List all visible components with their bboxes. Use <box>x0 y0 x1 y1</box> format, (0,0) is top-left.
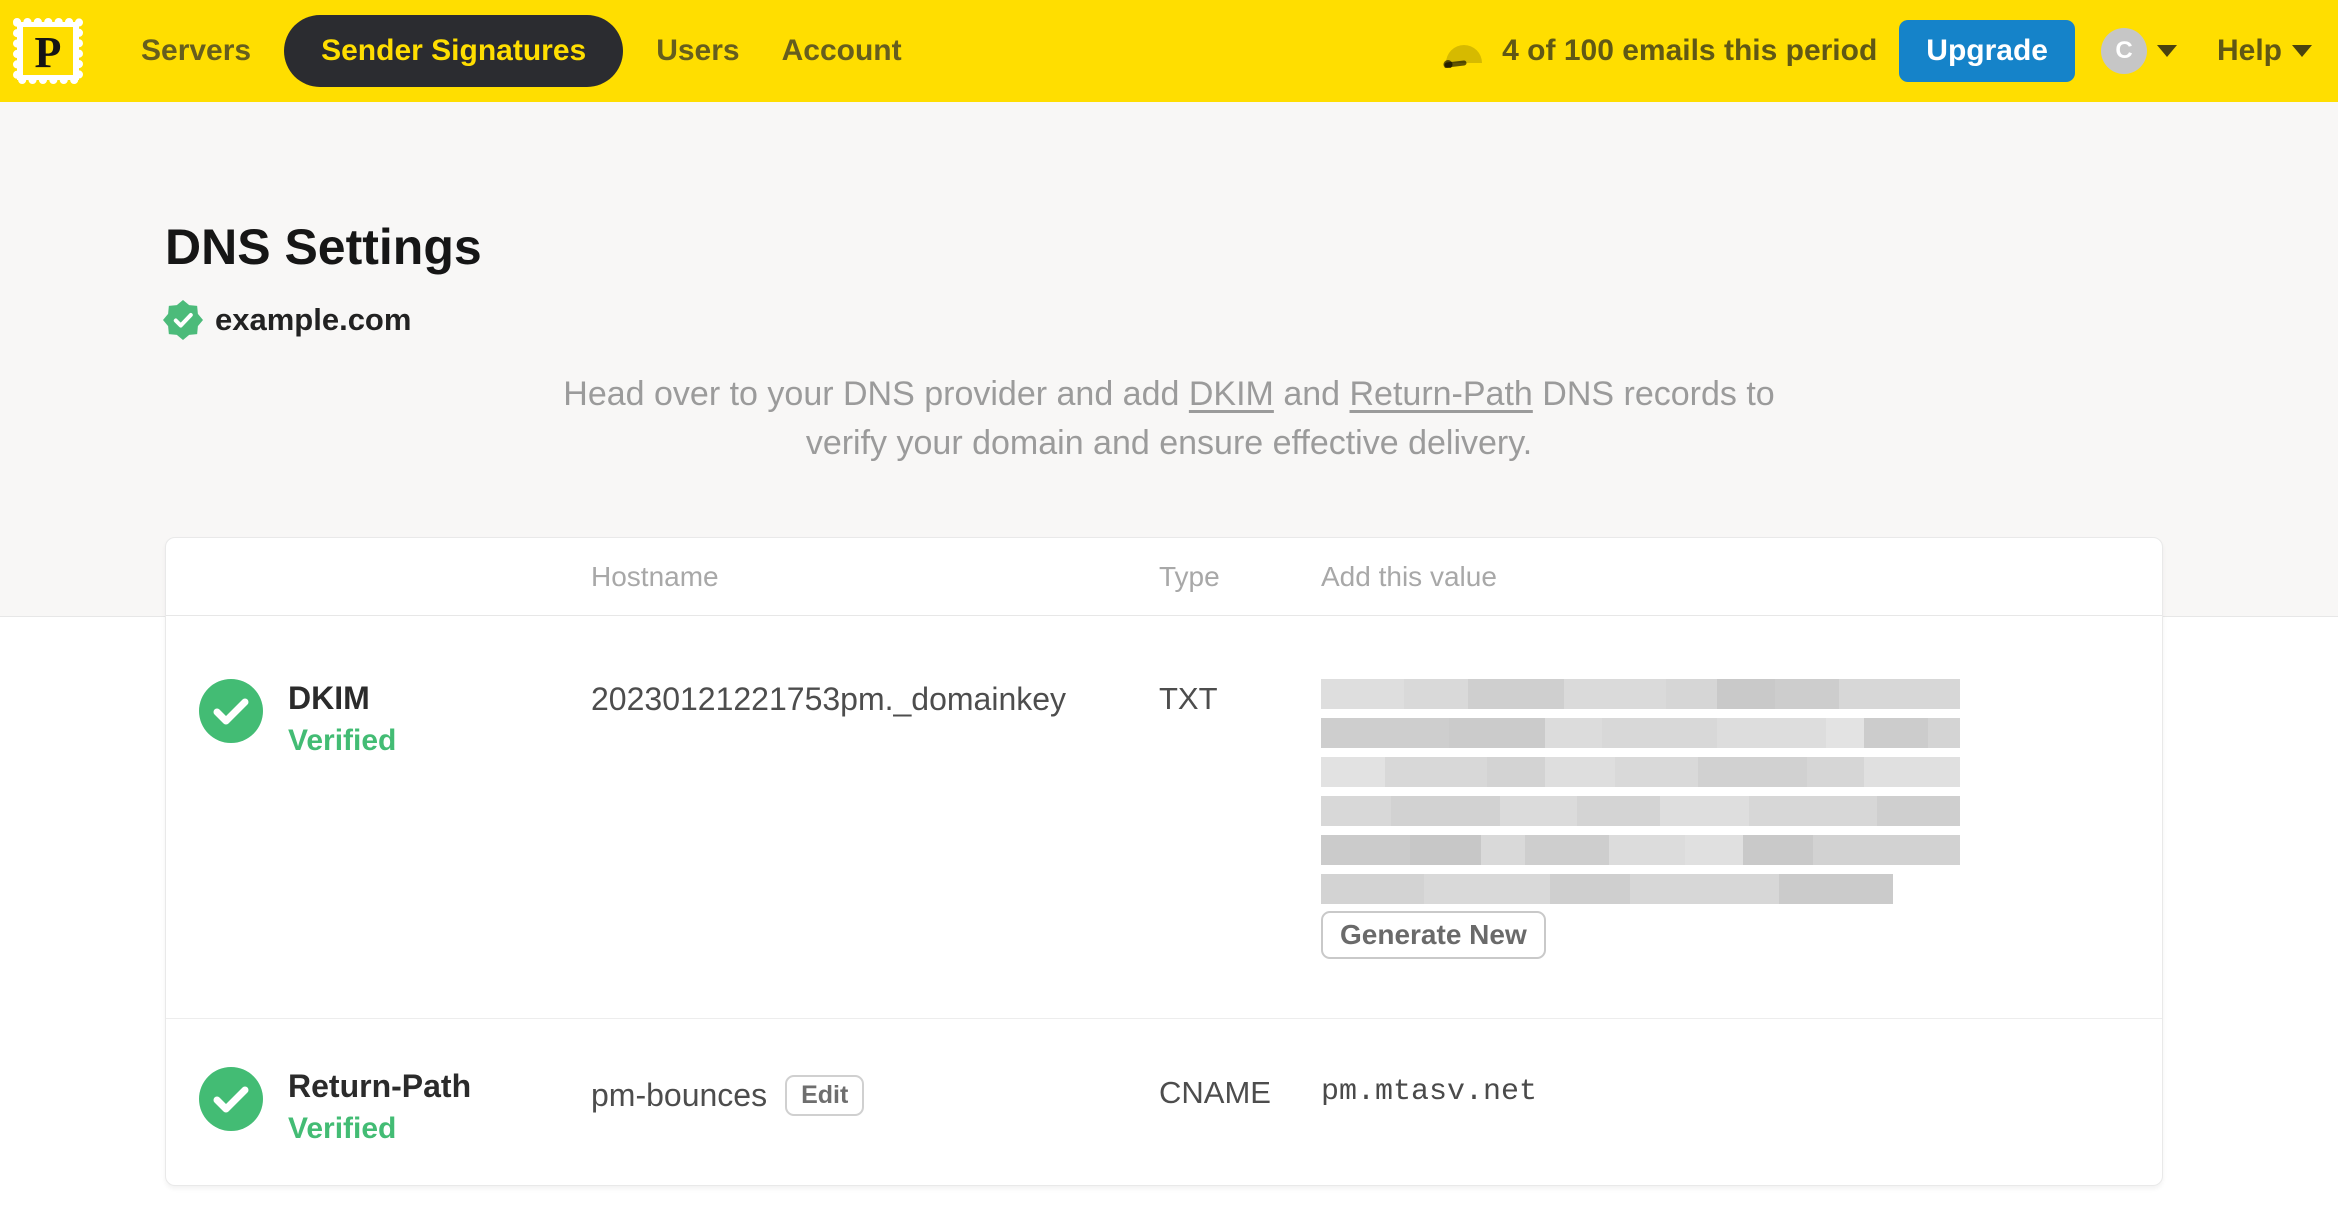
type-cell: CNAME <box>1159 1075 1271 1110</box>
navbar-left: P Servers Sender Signatures Users Accoun… <box>8 13 923 89</box>
nav-item-sender-signatures[interactable]: Sender Signatures <box>284 15 624 87</box>
hostname-cell: 20230121221753pm._domainkey <box>591 681 1159 718</box>
column-header-value: Add this value <box>1321 560 1497 592</box>
usage-meter: 4 of 100 emails this period <box>1440 34 1877 68</box>
table-row-dkim: DKIM Verified 20230121221753pm._domainke… <box>166 616 2162 1018</box>
gauge-icon <box>1443 45 1483 68</box>
record-name: DKIM <box>288 680 370 716</box>
description-text: DNS records to <box>1532 375 1775 413</box>
dkim-link[interactable]: DKIM <box>1189 375 1274 413</box>
chevron-down-icon <box>2156 45 2177 57</box>
type-cell: TXT <box>1159 681 1218 716</box>
help-label: Help <box>2216 34 2282 67</box>
postmark-logo[interactable]: P <box>8 13 88 89</box>
status-badge: Verified <box>288 724 397 757</box>
generate-new-button[interactable]: Generate New <box>1321 911 1546 959</box>
record-name-block: Return-Path Verified <box>288 1067 471 1146</box>
description-line-1: Head over to your DNS provider and add D… <box>0 370 2338 419</box>
nav-item-servers[interactable]: Servers <box>120 15 272 87</box>
description-text: and <box>1273 375 1350 413</box>
record-name: Return-Path <box>288 1068 472 1104</box>
nav-item-account[interactable]: Account <box>761 15 923 87</box>
value-cell: Generate New <box>1321 679 2162 959</box>
dns-value: pm.mtasv.net <box>1321 1075 1538 1109</box>
help-menu[interactable]: Help <box>2217 34 2312 68</box>
nav-item-users[interactable]: Users <box>635 15 760 87</box>
page-title: DNS Settings <box>165 219 482 275</box>
value-cell: pm.mtasv.net <box>1321 1075 2162 1109</box>
verified-check-icon <box>199 679 263 743</box>
verified-badge-icon <box>163 300 203 340</box>
hostname-value: pm-bounces <box>591 1077 768 1113</box>
upgrade-button[interactable]: Upgrade <box>1899 20 2075 82</box>
hostname-cell: pm-bounces Edit <box>591 1075 1159 1116</box>
verified-check-icon <box>199 1067 263 1131</box>
primary-nav: Servers Sender Signatures Users Account <box>120 15 923 87</box>
usage-text: 4 of 100 emails this period <box>1502 34 1878 67</box>
logo-letter: P <box>35 28 62 77</box>
return-path-link[interactable]: Return-Path <box>1350 375 1533 413</box>
description-line-2: verify your domain and ensure effective … <box>805 424 1533 462</box>
column-header-type: Type <box>1159 560 1220 592</box>
dns-settings-page: P Servers Sender Signatures Users Accoun… <box>0 0 2338 1222</box>
record-name-block: DKIM Verified <box>288 679 396 758</box>
record-name-cell: Return-Path Verified <box>199 1067 591 1146</box>
edit-button[interactable]: Edit <box>785 1075 865 1116</box>
description-text: Head over to your DNS provider and add <box>563 375 1189 413</box>
chevron-down-icon <box>2292 45 2312 57</box>
table-row-return-path: Return-Path Verified pm-bounces Edit CNA… <box>166 1018 2162 1204</box>
navbar-right: 4 of 100 emails this period Upgrade C He… <box>1440 20 2312 82</box>
hostname-value: 20230121221753pm._domainkey <box>591 681 1067 717</box>
status-badge: Verified <box>288 1112 397 1145</box>
top-navbar: P Servers Sender Signatures Users Accoun… <box>0 0 2338 102</box>
table-header: Hostname Type Add this value <box>166 538 2162 616</box>
avatar: C <box>2100 28 2147 74</box>
column-header-hostname: Hostname <box>591 560 719 592</box>
domain-name: example.com <box>215 302 412 337</box>
account-menu[interactable]: C <box>2100 28 2177 74</box>
domain-row: example.com <box>163 300 411 340</box>
redacted-dns-value <box>1321 679 1960 904</box>
dns-records-card: Hostname Type Add this value DKIM Verifi… <box>165 537 2163 1186</box>
page-description: Head over to your DNS provider and add D… <box>0 370 2338 468</box>
record-name-cell: DKIM Verified <box>199 679 591 758</box>
